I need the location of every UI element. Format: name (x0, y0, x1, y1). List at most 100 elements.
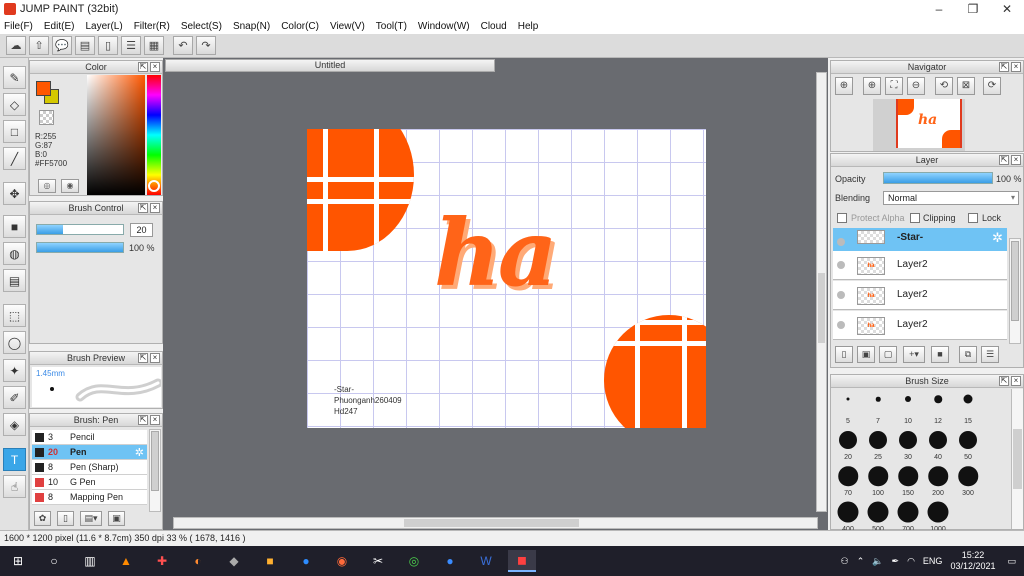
move-tool-icon[interactable]: ✥ (3, 182, 26, 205)
share-icon[interactable]: ⇧ (29, 36, 49, 55)
brush-size-option[interactable]: 25 (863, 425, 893, 461)
brush-tool-icon[interactable]: ✎ (3, 66, 26, 89)
visibility-icon[interactable] (837, 238, 845, 246)
rect-select-tool-icon[interactable]: ⬚ (3, 304, 26, 327)
brush-size-option[interactable]: 200 (923, 461, 953, 497)
app-icon[interactable]: ✚ (148, 550, 176, 572)
palette-icon[interactable]: ◎ (38, 179, 56, 193)
capcut-icon[interactable]: ✂ (364, 550, 392, 572)
brush-size-scrollbar[interactable] (1011, 389, 1023, 529)
app-icon[interactable]: ◎ (400, 550, 428, 572)
menu-tool[interactable]: Tool(T) (376, 21, 407, 32)
minimize-button[interactable]: – (922, 0, 956, 18)
brush-size-option[interactable]: 150 (893, 461, 923, 497)
rotate-right-icon[interactable]: ⟳ (983, 77, 1001, 95)
brush-size-option[interactable]: 70 (833, 461, 863, 497)
reset-view-icon[interactable]: ⊠ (957, 77, 975, 95)
app-icon[interactable]: ◆ (220, 550, 248, 572)
layer-row[interactable]: ha Layer2 (833, 251, 1007, 280)
float-icon[interactable]: ⇱ (999, 155, 1009, 165)
float-icon[interactable]: ⇱ (138, 62, 148, 72)
close-icon[interactable]: × (150, 415, 160, 425)
chat-icon[interactable]: 💬 (52, 36, 72, 55)
saturation-value-picker[interactable] (87, 75, 145, 195)
menu-cloud[interactable]: Cloud (481, 21, 507, 32)
gradient-tool-icon[interactable]: ▤ (3, 269, 26, 292)
layer-row[interactable]: ha Layer2 (833, 281, 1007, 310)
layer-row[interactable]: ha Layer2 (833, 311, 1007, 340)
hand-tool-icon[interactable]: ☝ (3, 475, 26, 498)
brush-size-option[interactable]: 500 (863, 497, 893, 533)
clipping-checkbox[interactable] (910, 213, 920, 223)
notification-icon[interactable]: ▭ (1007, 556, 1016, 567)
new-halftone-layer-icon[interactable]: ▣ (857, 346, 875, 363)
volume-icon[interactable]: 🔈 (872, 556, 883, 567)
navigator-thumbnail[interactable]: ha (873, 99, 965, 151)
maximize-button[interactable]: ❐ (956, 0, 990, 18)
canvas-area[interactable]: Untitled ha ha -Star- Phuonganh260409 Hd… (163, 58, 828, 530)
comment-icon[interactable]: ▤ (75, 36, 95, 55)
menu-window[interactable]: Window(W) (418, 21, 470, 32)
wifi-icon[interactable]: ◠ (907, 556, 915, 567)
brush-size-option[interactable]: 30 (893, 425, 923, 461)
brush-size-option[interactable]: 700 (893, 497, 923, 533)
search-icon[interactable]: ○ (40, 550, 68, 572)
float-icon[interactable]: ⇱ (138, 203, 148, 213)
brush-item-pen[interactable]: 20 Pen ✲ (32, 445, 147, 460)
brush-size-option[interactable]: 20 (833, 425, 863, 461)
zoom-icon[interactable]: ● (292, 550, 320, 572)
rectangle-tool-icon[interactable]: □ (3, 120, 26, 143)
app-icon[interactable]: ◐ (184, 550, 212, 572)
chevron-up-icon[interactable]: ⌃ (857, 556, 865, 567)
zalo-icon[interactable]: ● (436, 550, 464, 572)
brush-size-option[interactable]: 12 (923, 389, 953, 425)
close-icon[interactable]: × (1011, 155, 1021, 165)
foreground-color-swatch[interactable] (36, 81, 51, 96)
jumppaint-icon[interactable]: ◼ (508, 550, 536, 572)
menu-color[interactable]: Color(C) (281, 21, 319, 32)
brush-menu-icon[interactable]: ▤▾ (80, 511, 102, 526)
brush-item-mapping-pen[interactable]: 8 Mapping Pen (32, 490, 147, 505)
lasso-tool-icon[interactable]: ◯ (3, 331, 26, 354)
folder-icon[interactable]: ■ (931, 346, 949, 363)
add-layer-menu-icon[interactable]: +▾ (903, 346, 925, 363)
eyedropper-icon[interactable]: ◉ (61, 179, 79, 193)
select-pen-tool-icon[interactable]: ✐ (3, 386, 26, 409)
fit-window-icon[interactable]: ⛶ (885, 77, 903, 95)
grid-tools-icon[interactable]: ▦ (144, 36, 164, 55)
close-icon[interactable]: × (150, 203, 160, 213)
blending-select[interactable]: Normal ▾ (883, 191, 1019, 205)
redo-icon[interactable]: ↷ (196, 36, 216, 55)
menu-file[interactable]: File(F) (4, 21, 33, 32)
brush-size-option[interactable]: 10 (893, 389, 923, 425)
brush-size-option[interactable]: 5 (833, 389, 863, 425)
zoom-out-icon[interactable]: ⊖ (907, 77, 925, 95)
new-8bit-layer-icon[interactable]: ▢ (879, 346, 897, 363)
document-tab[interactable]: Untitled (165, 59, 495, 72)
brush-item-pen-sharp[interactable]: 8 Pen (Sharp) (32, 460, 147, 475)
visibility-icon[interactable] (837, 291, 845, 299)
menu-help[interactable]: Help (518, 21, 539, 32)
close-icon[interactable]: × (1011, 62, 1021, 72)
float-icon[interactable]: ⇱ (999, 62, 1009, 72)
brush-size-option[interactable]: 15 (953, 389, 983, 425)
brush-size-option[interactable]: 1000 (923, 497, 953, 533)
gear-icon[interactable]: ✲ (992, 230, 1003, 246)
zoom-in-alt-icon[interactable]: ⊕ (863, 77, 881, 95)
close-icon[interactable]: × (150, 353, 160, 363)
eraser-tool-icon[interactable]: ◇ (3, 93, 26, 116)
transparent-color-swatch[interactable] (39, 110, 54, 125)
settings-doc-icon[interactable]: ☰ (121, 36, 141, 55)
zoom-in-icon[interactable]: ⊕ (835, 77, 853, 95)
menu-edit[interactable]: Edit(E) (44, 21, 75, 32)
task-view-icon[interactable]: ▥ (76, 550, 104, 572)
artboard[interactable]: ha ha -Star- Phuonganh260409 Hd247 (307, 129, 706, 428)
brush-settings-icon[interactable]: ✿ (34, 511, 51, 526)
brush-opacity-slider[interactable] (36, 242, 124, 253)
language-indicator[interactable]: ENG (923, 556, 943, 566)
hue-knob[interactable] (148, 180, 160, 192)
lock-checkbox[interactable] (968, 213, 978, 223)
layer-list-scrollbar[interactable] (1009, 238, 1021, 344)
brush-size-option[interactable]: 400 (833, 497, 863, 533)
brush-size-option[interactable]: 100 (863, 461, 893, 497)
